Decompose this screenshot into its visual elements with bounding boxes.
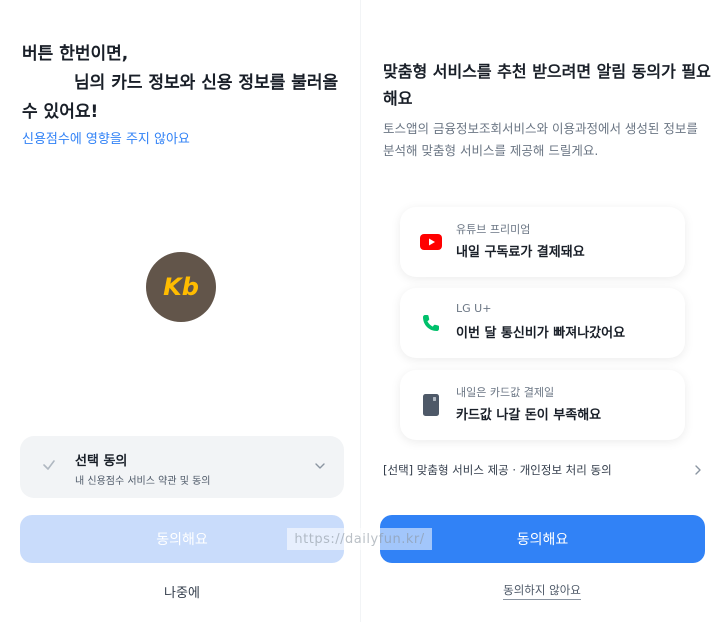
chevron-right-icon[interactable]: [693, 464, 703, 476]
card-caption: 유튜브 프리미엄: [456, 223, 531, 236]
credit-score-note: 신용점수에 영향을 주지 않아요: [22, 132, 190, 147]
title-line-1: 버튼 한번이면,: [22, 44, 129, 64]
page-title: 버튼 한번이면, 님의 카드 정보와 신용 정보를 불러올 수 있어요!: [22, 40, 352, 127]
later-link[interactable]: 나중에: [0, 582, 364, 601]
consent-label: [선택] 맞춤형 서비스 제공 · 개인정보 처리 동의: [383, 463, 612, 477]
watermark: https://dailyfun.kr/: [287, 528, 432, 550]
card-message: 이번 달 통신비가 빠져나갔어요: [456, 326, 626, 341]
card-icon: [420, 394, 442, 416]
notification-card-lgu: LG U+ 이번 달 통신비가 빠져나갔어요: [400, 288, 685, 358]
check-icon[interactable]: [42, 458, 56, 472]
decline-link-label[interactable]: 동의하지 않아요: [503, 583, 581, 600]
kb-logo: Kb: [146, 252, 216, 322]
kb-logo-text: Kb: [163, 273, 199, 301]
notification-subtitle: 토스앱의 금융정보조회서비스와 이용과정에서 생성된 정보를 분석해 맞춤형 서…: [383, 121, 698, 158]
decline-link[interactable]: 동의하지 않아요: [361, 582, 720, 600]
phone-icon: [420, 312, 442, 334]
consent-title: 선택 동의: [75, 454, 128, 469]
optional-consent-box[interactable]: 선택 동의 내 신용점수 서비스 약관 및 동의: [20, 436, 344, 498]
consent-desc: 내 신용점수 서비스 약관 및 동의: [75, 476, 211, 487]
card-caption: LG U+: [456, 302, 492, 315]
notification-card-payment: 내일은 카드값 결제일 카드값 나갈 돈이 부족해요: [400, 370, 685, 440]
notification-title: 맞춤형 서비스를 추천 받으려면 알림 동의가 필요해요: [383, 62, 711, 108]
card-message: 카드값 나갈 돈이 부족해요: [456, 408, 602, 423]
title-line-3: 수 있어요!: [22, 102, 99, 122]
marketing-consent-row[interactable]: [선택] 맞춤형 서비스 제공 · 개인정보 처리 동의: [383, 462, 703, 478]
chevron-down-icon[interactable]: [314, 460, 326, 472]
title-line-2: 님의 카드 정보와 신용 정보를 불러올: [74, 73, 339, 93]
youtube-icon: [420, 231, 442, 253]
card-message: 내일 구독료가 결제돼요: [456, 245, 585, 260]
notification-card-youtube: 유튜브 프리미엄 내일 구독료가 결제돼요: [400, 207, 685, 277]
card-caption: 내일은 카드값 결제일: [456, 386, 555, 399]
